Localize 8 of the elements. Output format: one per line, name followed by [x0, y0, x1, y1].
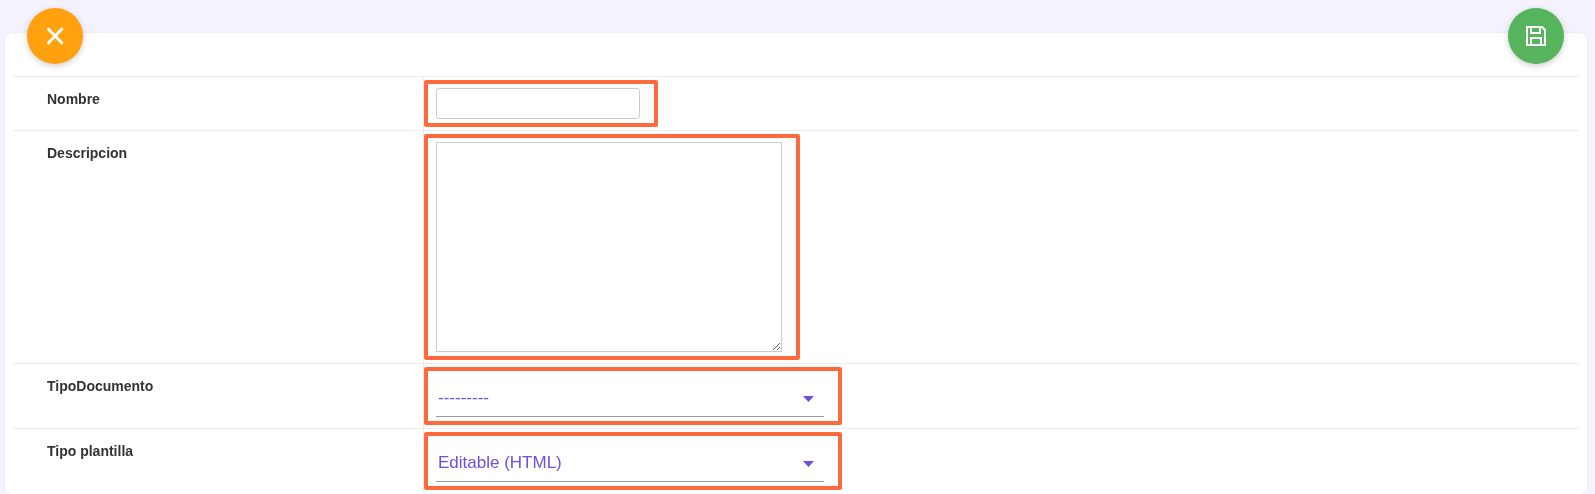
text-field[interactable] — [436, 88, 640, 119]
field-label: TipoDocumento — [47, 378, 154, 394]
field-label: Descripcion — [47, 145, 128, 161]
field-label: Tipo plantilla — [47, 443, 134, 459]
save-button[interactable] — [1508, 8, 1564, 64]
caret-icon — [803, 396, 814, 402]
field-label: Nombre — [47, 91, 100, 107]
caret-icon — [803, 461, 814, 467]
